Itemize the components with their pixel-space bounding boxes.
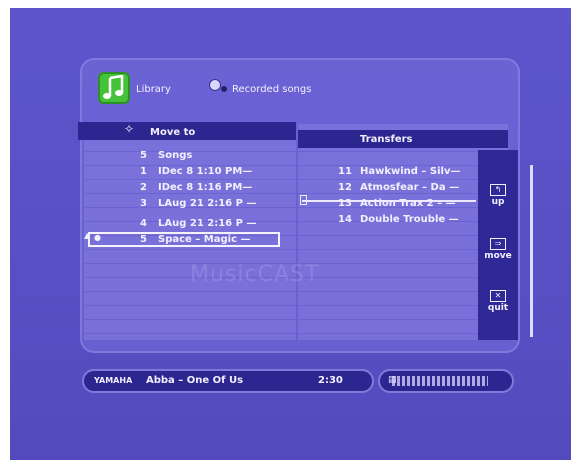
scrollbar[interactable] (530, 165, 533, 337)
up-button[interactable]: ↰ up (484, 184, 512, 207)
library-label[interactable]: Library (136, 84, 171, 95)
list-item[interactable]: Atmosfear – Da — (360, 182, 459, 193)
musiccast-watermark: MusicCAST (190, 262, 320, 287)
up-arrow-icon: ▲ (84, 231, 91, 240)
playback-time: 2:30 (318, 375, 343, 386)
now-playing-title: Abba – One Of Us (146, 375, 244, 386)
move-button-label: move (484, 251, 512, 261)
list-item[interactable]: LAug 21 2:16 P — (158, 218, 256, 229)
transfer-marker-icon (300, 195, 307, 205)
quit-button-label: quit (487, 303, 509, 313)
recorded-songs-label[interactable]: Recorded songs (232, 84, 311, 95)
list-item[interactable]: Action Trax 2 – — (360, 198, 456, 209)
list-item[interactable]: IDec 8 1:16 PM— (158, 182, 252, 193)
list-item[interactable]: Double Trouble — (360, 214, 459, 225)
quit-button[interactable]: ✕ quit (484, 290, 512, 313)
list-item-number: 12 (338, 182, 352, 193)
level-meter-leds (392, 376, 488, 386)
up-button-label: up (491, 197, 505, 207)
move-button[interactable]: ⇒ move (484, 238, 512, 261)
list-item-number: 11 (338, 166, 352, 177)
move-icon: ⇒ (490, 238, 506, 250)
move-to-header: Move to (150, 127, 196, 138)
selection-dot-icon: ● (94, 233, 101, 242)
yamaha-logo: YAMAHA (94, 376, 133, 385)
up-folder-icon: ↰ (490, 184, 506, 196)
bullet-icon (209, 79, 221, 91)
list-item[interactable]: LAug 21 2:16 P — (158, 198, 256, 209)
list-item-number: 4 (140, 218, 147, 229)
transfers-header: Transfers (360, 134, 413, 145)
list-item-number: 14 (338, 214, 352, 225)
list-item[interactable]: IDec 8 1:10 PM— (158, 166, 252, 177)
list-item-number: 3 (140, 198, 147, 209)
list-item-number: 2 (140, 182, 147, 193)
list-item-number: 13 (338, 198, 352, 209)
list-item[interactable]: Hawkwind – Silv— (360, 166, 461, 177)
list-item-number: 1 (140, 166, 147, 177)
bullet-shadow-icon (221, 86, 227, 92)
list-item[interactable]: Songs (158, 150, 192, 161)
right-list-grid (298, 124, 508, 340)
move-to-icon: ✧ (124, 122, 135, 136)
close-icon: ✕ (490, 290, 506, 302)
music-note-icon (98, 72, 130, 104)
list-item-selected[interactable]: Space – Magic — (158, 234, 250, 245)
list-item-number: 5 (140, 234, 147, 245)
list-item-number: 5 (140, 150, 147, 161)
